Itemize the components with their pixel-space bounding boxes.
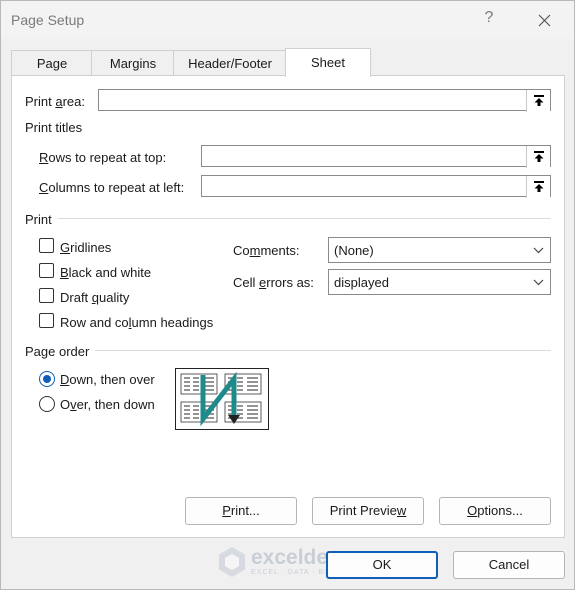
window-title: Page Setup — [11, 12, 85, 28]
options-button[interactable]: Options... — [439, 497, 551, 525]
down-then-over-label: Down, then over — [60, 372, 155, 387]
chevron-down-icon — [533, 247, 544, 254]
collapse-dialog-icon — [534, 95, 544, 106]
gridlines-checkbox[interactable] — [39, 238, 54, 253]
tab-sheet[interactable]: Sheet — [285, 48, 371, 77]
down-then-over-radio[interactable] — [39, 371, 55, 387]
title-bar: Page Setup ? — [1, 1, 574, 39]
black-and-white-checkbox[interactable] — [39, 263, 54, 278]
comments-label: Comments: — [233, 243, 300, 258]
exceldemy-logo-icon — [219, 547, 245, 577]
print-area-input[interactable] — [98, 89, 551, 112]
print-group-label: Print — [25, 212, 58, 227]
comments-select[interactable]: (None) — [328, 237, 551, 263]
print-area-collapse-button[interactable] — [526, 90, 550, 112]
draft-quality-label: Draft quality — [60, 290, 130, 305]
over-then-down-radio[interactable] — [39, 396, 55, 412]
page-order-divider — [25, 350, 551, 351]
ok-button[interactable]: OK — [326, 551, 438, 579]
page-setup-dialog: Page Setup ? Page Margins Header/Footer … — [0, 0, 575, 590]
page-order-preview — [175, 368, 269, 430]
close-button[interactable] — [529, 7, 559, 33]
over-then-down-label: Over, then down — [60, 397, 155, 412]
print-button[interactable]: Print... — [185, 497, 297, 525]
watermark-tagline: EXCEL · DATA · BI — [251, 569, 327, 576]
rows-to-repeat-label: Rows to repeat at top: — [39, 150, 167, 165]
tab-page[interactable]: Page — [11, 50, 93, 76]
row-column-headings-label: Row and column headings — [60, 315, 214, 330]
columns-to-repeat-label: Columns to repeat at left: — [39, 180, 185, 195]
help-button[interactable]: ? — [479, 9, 499, 31]
collapse-dialog-icon — [534, 181, 544, 192]
print-preview-button[interactable]: Print Preview — [312, 497, 424, 525]
cell-errors-select[interactable]: displayed — [328, 269, 551, 295]
help-icon: ? — [484, 9, 494, 26]
print-area-label: Print area: — [25, 94, 85, 109]
draft-quality-checkbox[interactable] — [39, 288, 54, 303]
rows-to-repeat-input[interactable] — [201, 145, 551, 168]
print-titles-label: Print titles — [25, 120, 89, 135]
tab-header-footer[interactable]: Header/Footer — [173, 50, 287, 76]
page-order-diagram-icon — [180, 371, 262, 427]
cell-errors-label: Cell errors as: — [233, 275, 314, 290]
columns-to-repeat-input[interactable] — [201, 175, 551, 198]
tab-margins[interactable]: Margins — [91, 50, 175, 76]
collapse-dialog-icon — [534, 151, 544, 162]
page-order-label: Page order — [25, 344, 96, 359]
close-icon — [538, 14, 551, 27]
columns-collapse-button[interactable] — [526, 176, 550, 198]
chevron-down-icon — [533, 279, 544, 286]
black-and-white-label: Black and white — [60, 265, 152, 280]
row-column-headings-checkbox[interactable] — [39, 313, 54, 328]
cancel-button[interactable]: Cancel — [453, 551, 565, 579]
print-group-divider — [25, 218, 551, 219]
rows-collapse-button[interactable] — [526, 146, 550, 168]
gridlines-label: Gridlines — [60, 240, 112, 255]
